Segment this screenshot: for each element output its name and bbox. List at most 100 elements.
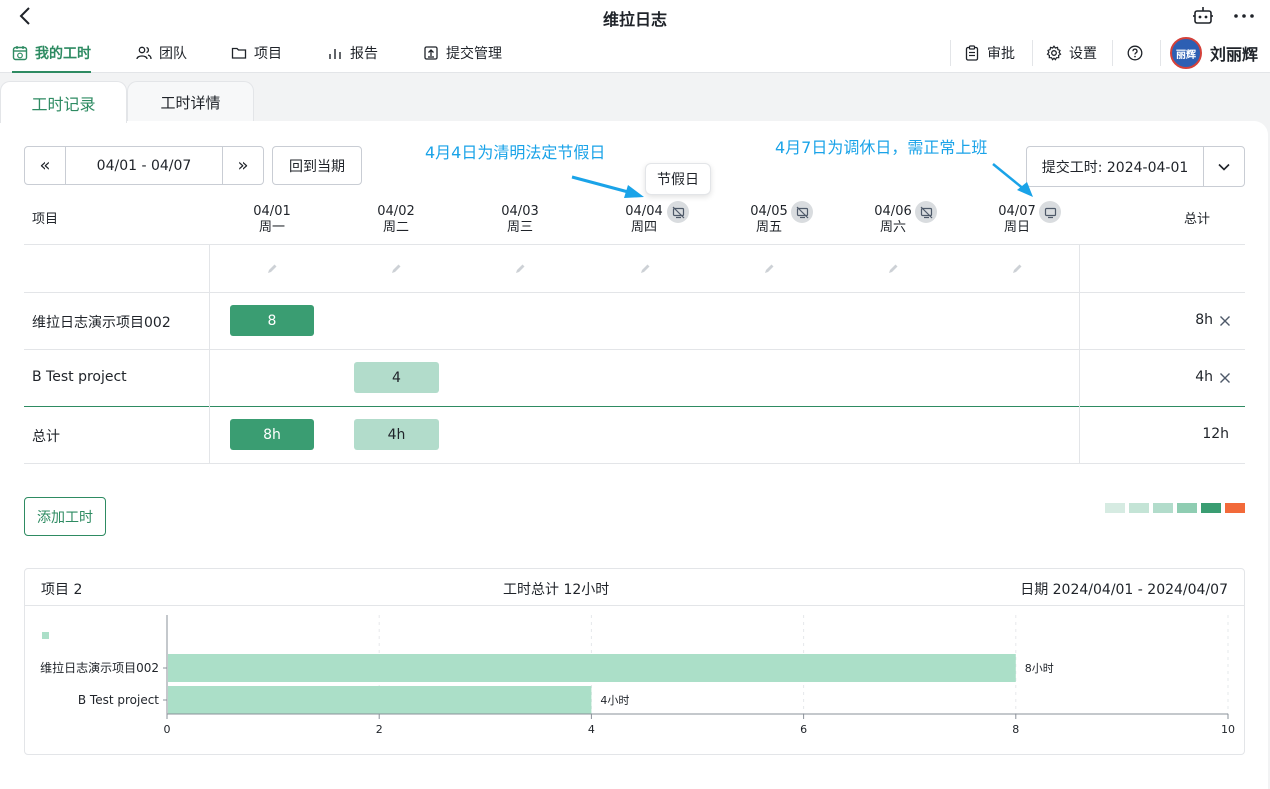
day-date: 04/05: [750, 204, 788, 219]
workday-annotation: 4月7日为调休日，需正常上班: [775, 138, 988, 157]
tab-hours-detail[interactable]: 工时详情: [127, 81, 254, 123]
x-tick-label: 6: [800, 723, 807, 736]
holiday-off-glyph: [796, 206, 808, 218]
day-weekday: 周三: [506, 220, 533, 235]
day-date: 04/04: [625, 204, 663, 219]
summary-total: 工时总计 12小时: [503, 582, 610, 598]
category-label: 维拉日志演示项目002: [40, 660, 159, 675]
grand-total: 12h: [1202, 426, 1229, 442]
nav-team[interactable]: 团队: [136, 32, 187, 73]
legend-swatch-5: [1225, 503, 1245, 513]
back-to-current-button[interactable]: 回到当期: [272, 146, 362, 185]
prev-week-button[interactable]: «: [24, 146, 66, 185]
day-weekday: 周六: [879, 220, 906, 235]
nav-submission[interactable]: 提交管理: [423, 32, 502, 73]
grid-vline: [209, 245, 210, 463]
x-tick-label: 4: [588, 723, 595, 736]
day-weekday: 周日: [1003, 220, 1030, 235]
total-row-label: 总计: [32, 429, 60, 445]
x-tick-label: 10: [1221, 723, 1235, 736]
day-weekday: 周一: [258, 220, 285, 235]
main-nav: 我的工时 团队 项目 报告 提交管理 审批 设置 刘丽辉: [0, 32, 1270, 73]
grid-line: [24, 244, 1245, 245]
nav-my-hours[interactable]: 我的工时: [12, 32, 91, 73]
add-hours-button[interactable]: 添加工时: [24, 497, 106, 536]
grid-line-total: [24, 406, 1245, 407]
nav-label: 我的工时: [35, 45, 91, 62]
x-tick-label: 2: [376, 723, 383, 736]
summary-header: 项目 2 工时总计 12小时 日期 2024/04/01 - 2024/04/0…: [25, 569, 1244, 606]
nav-divider: [1112, 40, 1113, 66]
day-header-0: 04/01 周一: [242, 204, 302, 236]
close-icon[interactable]: [1219, 315, 1231, 327]
title-bar: 维拉日志: [0, 0, 1270, 32]
date-range[interactable]: 04/01 - 04/07: [65, 146, 223, 185]
data-label: 4小时: [600, 694, 629, 707]
help-button[interactable]: [1127, 32, 1143, 73]
user-name[interactable]: 刘丽辉: [1210, 32, 1258, 73]
summary-range: 日期 2024/04/01 - 2024/04/07: [1020, 582, 1228, 598]
avatar[interactable]: 丽辉: [1170, 37, 1202, 69]
pencil-icon[interactable]: [266, 263, 278, 275]
pencil-icon[interactable]: [1011, 263, 1023, 275]
x-tick-label: 0: [164, 723, 171, 736]
monitor-workday-icon[interactable]: [1039, 201, 1061, 223]
calendar-clock-icon: [12, 45, 28, 60]
day-date: 04/02: [377, 204, 415, 219]
day-header-2: 04/03 周三: [490, 204, 550, 236]
hours-bar-chart: 维拉日志演示项目002 8小时 B Test project 4小时 0 2 4 6 8 10: [40, 615, 1235, 736]
submit-dropdown-button[interactable]: [1203, 146, 1245, 187]
annotation-arrow-icon: [992, 163, 1033, 197]
day-header-3: 04/04 周四: [614, 204, 674, 236]
pencil-icon[interactable]: [514, 263, 526, 275]
holiday-off-icon[interactable]: [791, 201, 813, 223]
nav-label: 项目: [254, 45, 282, 62]
submit-hours-button[interactable]: 提交工时: 2024-04-01: [1026, 146, 1204, 187]
project-name: 维拉日志演示项目002: [32, 315, 171, 331]
pencil-icon[interactable]: [763, 263, 775, 275]
hours-cell[interactable]: 8: [230, 305, 314, 336]
nav-divider: [950, 40, 951, 66]
category-label: B Test project: [78, 693, 159, 707]
day-date: 04/01: [253, 204, 291, 219]
nav-label: 报告: [350, 45, 378, 62]
total-cell: 4h: [354, 419, 439, 450]
nav-projects[interactable]: 项目: [231, 32, 282, 73]
day-date: 04/07: [998, 204, 1036, 219]
nav-settings[interactable]: 设置: [1046, 32, 1097, 73]
nav-approval[interactable]: 审批: [964, 32, 1015, 73]
hours-cell[interactable]: 4: [354, 362, 439, 393]
nav-label: 设置: [1069, 45, 1097, 62]
holiday-off-glyph: [672, 206, 684, 218]
project-name: B Test project: [32, 369, 127, 385]
project-header: 项目: [32, 212, 59, 227]
pencil-icon[interactable]: [390, 263, 402, 275]
more-icon[interactable]: [1232, 5, 1256, 27]
help-circle-icon: [1127, 45, 1143, 60]
annotation-arrow-icon: [571, 175, 644, 198]
pencil-icon[interactable]: [887, 263, 899, 275]
legend-swatch-0: [1105, 503, 1125, 513]
day-weekday: 周四: [630, 220, 657, 235]
robot-icon[interactable]: [1192, 5, 1214, 27]
holiday-tooltip: 节假日: [645, 163, 711, 195]
day-date: 04/06: [874, 204, 912, 219]
day-header-6: 04/07 周日: [987, 204, 1047, 236]
holiday-off-icon[interactable]: [915, 201, 937, 223]
legend-swatch-3: [1177, 503, 1197, 513]
holiday-off-icon[interactable]: [667, 201, 689, 223]
chevron-down-icon: [1218, 163, 1230, 171]
bar: [168, 654, 1016, 682]
day-header-1: 04/02 周二: [366, 204, 426, 236]
close-icon[interactable]: [1219, 372, 1231, 384]
grid-vline: [1079, 245, 1080, 463]
pencil-icon[interactable]: [639, 263, 651, 275]
nav-reports[interactable]: 报告: [327, 32, 378, 73]
clipboard-icon: [965, 44, 979, 61]
day-weekday: 周五: [755, 220, 782, 235]
folder-icon: [231, 47, 247, 59]
tab-hours-record[interactable]: 工时记录: [0, 81, 127, 123]
day-header-5: 04/06 周六: [863, 204, 923, 236]
summary-panel: 项目 2 工时总计 12小时 日期 2024/04/01 - 2024/04/0…: [24, 568, 1245, 755]
next-week-button[interactable]: »: [222, 146, 264, 185]
